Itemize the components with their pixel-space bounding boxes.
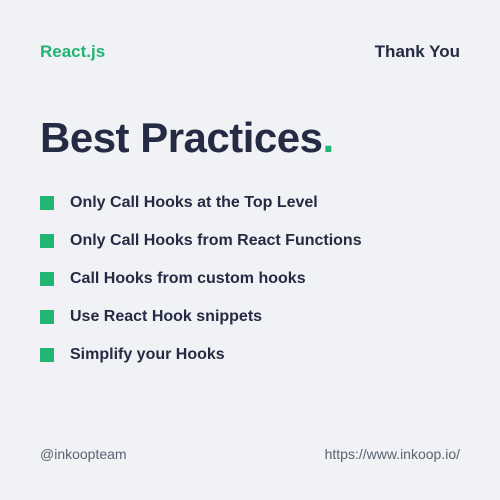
list-item: Only Call Hooks at the Top Level bbox=[40, 194, 460, 212]
title-dot: . bbox=[323, 114, 334, 161]
website-url: https://www.inkoop.io/ bbox=[325, 446, 460, 462]
square-bullet-icon bbox=[40, 272, 54, 286]
list-item: Use React Hook snippets bbox=[40, 308, 460, 326]
list-item-text: Only Call Hooks at the Top Level bbox=[70, 194, 318, 212]
square-bullet-icon bbox=[40, 234, 54, 248]
practices-list: Only Call Hooks at the Top Level Only Ca… bbox=[40, 194, 460, 364]
thank-you-label: Thank You bbox=[375, 42, 460, 62]
square-bullet-icon bbox=[40, 196, 54, 210]
list-item-text: Call Hooks from custom hooks bbox=[70, 270, 306, 288]
header: React.js Thank You bbox=[40, 42, 460, 62]
list-item: Simplify your Hooks bbox=[40, 346, 460, 364]
square-bullet-icon bbox=[40, 310, 54, 324]
social-handle: @inkoopteam bbox=[40, 446, 127, 462]
list-item-text: Only Call Hooks from React Functions bbox=[70, 232, 362, 250]
brand-label: React.js bbox=[40, 42, 105, 62]
list-item-text: Simplify your Hooks bbox=[70, 346, 225, 364]
title-text: Best Practices bbox=[40, 114, 323, 161]
list-item: Only Call Hooks from React Functions bbox=[40, 232, 460, 250]
page-title: Best Practices. bbox=[40, 114, 460, 162]
square-bullet-icon bbox=[40, 348, 54, 362]
list-item-text: Use React Hook snippets bbox=[70, 308, 262, 326]
footer: @inkoopteam https://www.inkoop.io/ bbox=[40, 446, 460, 462]
list-item: Call Hooks from custom hooks bbox=[40, 270, 460, 288]
